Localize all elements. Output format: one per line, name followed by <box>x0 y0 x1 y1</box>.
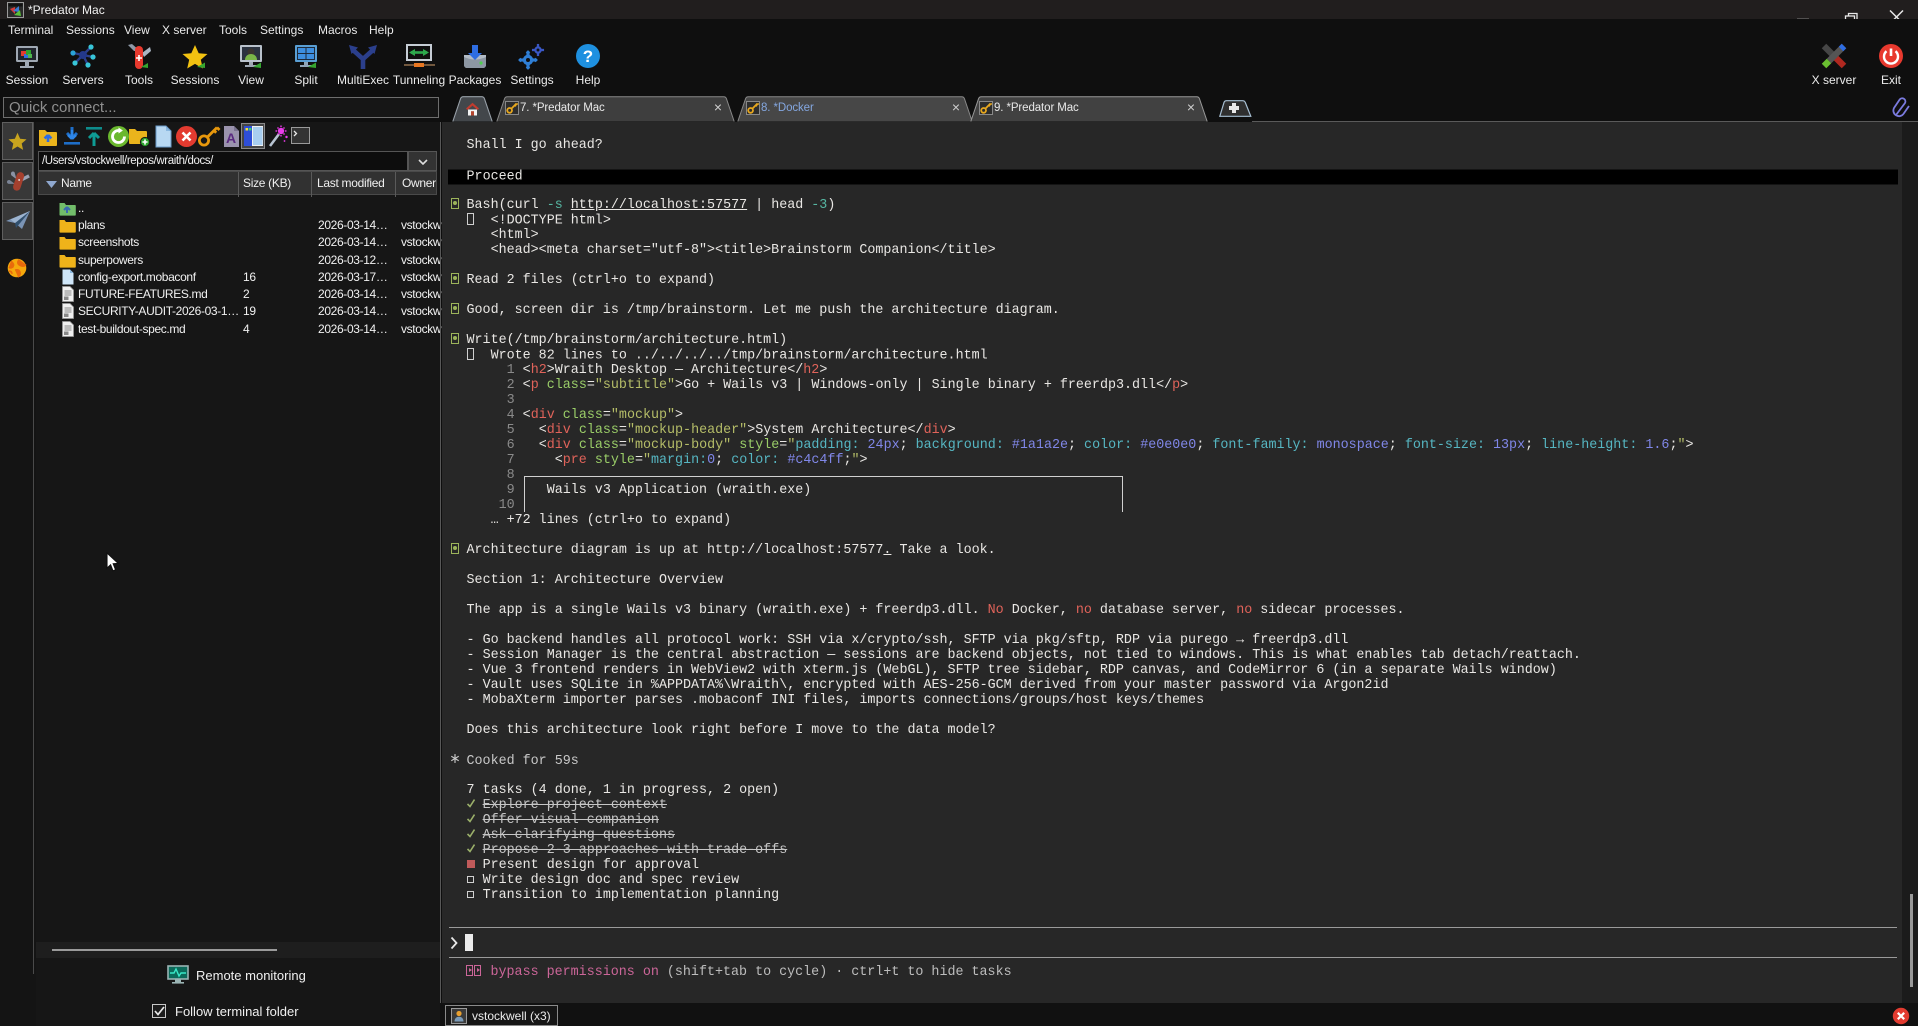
svg-text:A: A <box>226 130 236 146</box>
svg-text:?: ? <box>583 47 593 66</box>
